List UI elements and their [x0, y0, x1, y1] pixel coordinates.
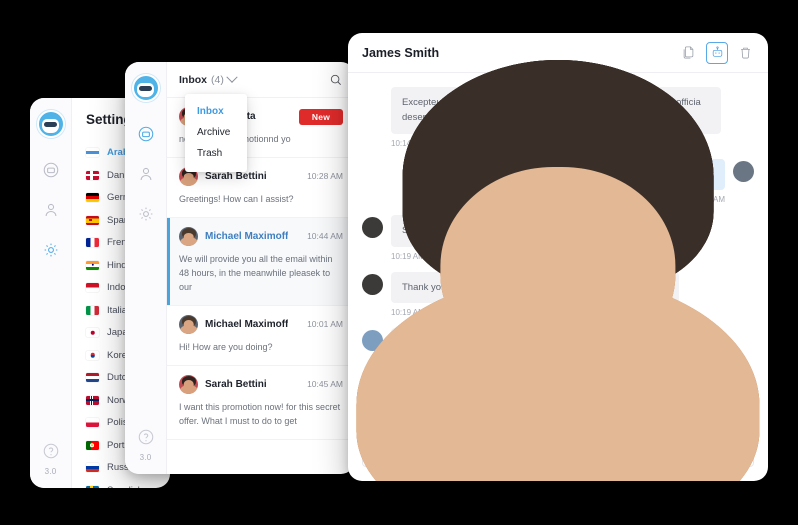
- conversation-time: 10:28 AM: [307, 171, 343, 182]
- chat-header-actions: [680, 41, 754, 64]
- flag-icon-portuguese: [86, 440, 99, 450]
- flag-icon-swedish: [86, 485, 99, 488]
- dropdown-item-archive[interactable]: Archive: [185, 122, 247, 143]
- conversation-time: 10:44 AM: [307, 231, 343, 242]
- avatar: [356, 59, 760, 481]
- message-thread: Excepteur sint occaecat cupidatat non pr…: [348, 59, 768, 481]
- avatar: [356, 59, 760, 481]
- sidebar-item-settings[interactable]: [136, 204, 156, 224]
- language-label: Swedish: [107, 485, 143, 489]
- status-badge: New: [298, 108, 343, 125]
- dropdown-item-trash[interactable]: Trash: [185, 143, 247, 164]
- conversation-header: Michael Maximoff 10:01 AM: [179, 314, 343, 334]
- inbox-rail-footer: 3.0: [136, 427, 156, 474]
- flag-icon-indonesian: [86, 283, 99, 292]
- flag-icon-hindi: [86, 260, 99, 270]
- settings-rail-footer: 3.0: [41, 441, 61, 488]
- trash-icon[interactable]: [737, 44, 754, 61]
- conversation-time: 10:45 AM: [307, 379, 343, 390]
- chevron-down-icon: [226, 71, 238, 83]
- inbox-panel: 3.0 Inbox (4) Elisa SattaNewnot help me …: [125, 62, 355, 474]
- avatar: [179, 314, 198, 334]
- conversation-preview: I want this promotion now! for this secr…: [179, 401, 341, 426]
- avatar: [179, 374, 198, 394]
- folder-count: (4): [211, 73, 224, 86]
- bot-avatar-icon[interactable]: [131, 74, 160, 102]
- language-item-swedish[interactable]: Swedish: [86, 485, 170, 489]
- conversation-preview: We will provide you all the email within…: [179, 253, 333, 292]
- folder-selector[interactable]: Inbox (4): [179, 71, 238, 86]
- flag-icon-norwegian: [86, 395, 99, 405]
- inbox-version-label: 3.0: [139, 453, 152, 462]
- copy-file-icon[interactable]: [680, 44, 697, 61]
- conversation-preview: Hi! How are you doing?: [179, 341, 273, 352]
- conversation-name: Michael Maximoff: [205, 318, 289, 330]
- conversation-item[interactable]: Sarah Bettini 10:45 AM I want this promoti…: [167, 366, 355, 440]
- flag-icon-polish: [86, 418, 99, 427]
- conversation-preview: Greetings! How can I assist?: [179, 193, 294, 204]
- flag-icon-arabic: [86, 148, 99, 157]
- flag-icon-spanish: [86, 215, 99, 225]
- conversation-item[interactable]: Michael Maximoff 10:44 AM We will provide …: [167, 217, 355, 306]
- avatar: [356, 59, 760, 481]
- sidebar-item-users[interactable]: [136, 164, 156, 184]
- flag-icon-korean: [86, 350, 99, 360]
- settings-sidebar-rail: 3.0: [30, 98, 72, 488]
- conversation-header: Michael Maximoff 10:44 AM: [179, 226, 343, 246]
- bot-avatar-icon[interactable]: [36, 110, 65, 138]
- conversation-header: Sarah Bettini 10:45 AM: [179, 374, 343, 394]
- chat-panel: James Smith Excepteur sint occaecat cupi…: [348, 33, 768, 481]
- avatar: [356, 59, 760, 481]
- flag-icon-italian: [86, 305, 99, 315]
- conversation-time: 10:01 AM: [307, 319, 343, 330]
- sidebar-item-settings[interactable]: [41, 240, 61, 260]
- settings-version-label: 3.0: [44, 467, 57, 476]
- flag-icon-danish: [86, 170, 99, 180]
- bot-icon[interactable]: [706, 41, 728, 64]
- sidebar-item-chat[interactable]: [41, 160, 61, 180]
- flag-icon-german: [86, 193, 99, 202]
- help-circle-icon[interactable]: [41, 441, 61, 461]
- conversation-item[interactable]: Michael Maximoff 10:01 AM Hi! How are you …: [167, 306, 355, 366]
- folder-label: Inbox: [179, 73, 207, 86]
- sidebar-item-users[interactable]: [41, 200, 61, 220]
- flag-icon-dutch: [86, 373, 99, 382]
- avatar: [179, 226, 198, 246]
- dropdown-item-inbox[interactable]: Inbox: [185, 101, 247, 122]
- page-title: James Smith: [362, 45, 440, 60]
- flag-icon-french: [86, 238, 99, 247]
- inbox-sidebar-rail: 3.0: [125, 62, 167, 474]
- conversation-name: Sarah Bettini: [205, 378, 267, 390]
- folder-dropdown-menu[interactable]: Inbox Archive Trash: [185, 94, 247, 172]
- flag-icon-japanese: [86, 328, 99, 337]
- app-stage: 3.0 Settings ArabicDanishGermanSpanishFr…: [0, 0, 798, 525]
- inbox-header: Inbox (4): [167, 62, 355, 98]
- search-icon[interactable]: [329, 73, 343, 87]
- sidebar-item-chat[interactable]: [136, 124, 156, 144]
- flag-icon-russian: [86, 463, 99, 472]
- conversation-name: Michael Maximoff: [205, 230, 289, 242]
- chat-message: We will provide you all the details via …: [356, 59, 760, 481]
- inbox-content: Inbox (4) Elisa SattaNewnot help me prom…: [167, 62, 355, 474]
- help-circle-icon[interactable]: [136, 427, 156, 447]
- conversation-name: Sarah Bettini: [205, 170, 267, 182]
